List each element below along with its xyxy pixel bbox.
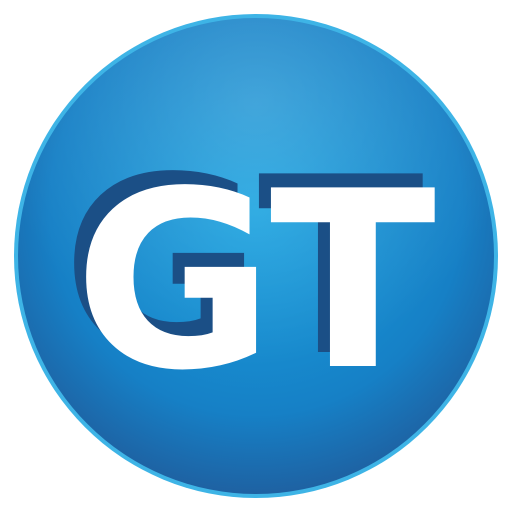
gt-logo-icon: GT GT: [14, 14, 498, 498]
app-icon: GT GT: [0, 0, 512, 512]
logo-letters: GT: [74, 139, 436, 424]
